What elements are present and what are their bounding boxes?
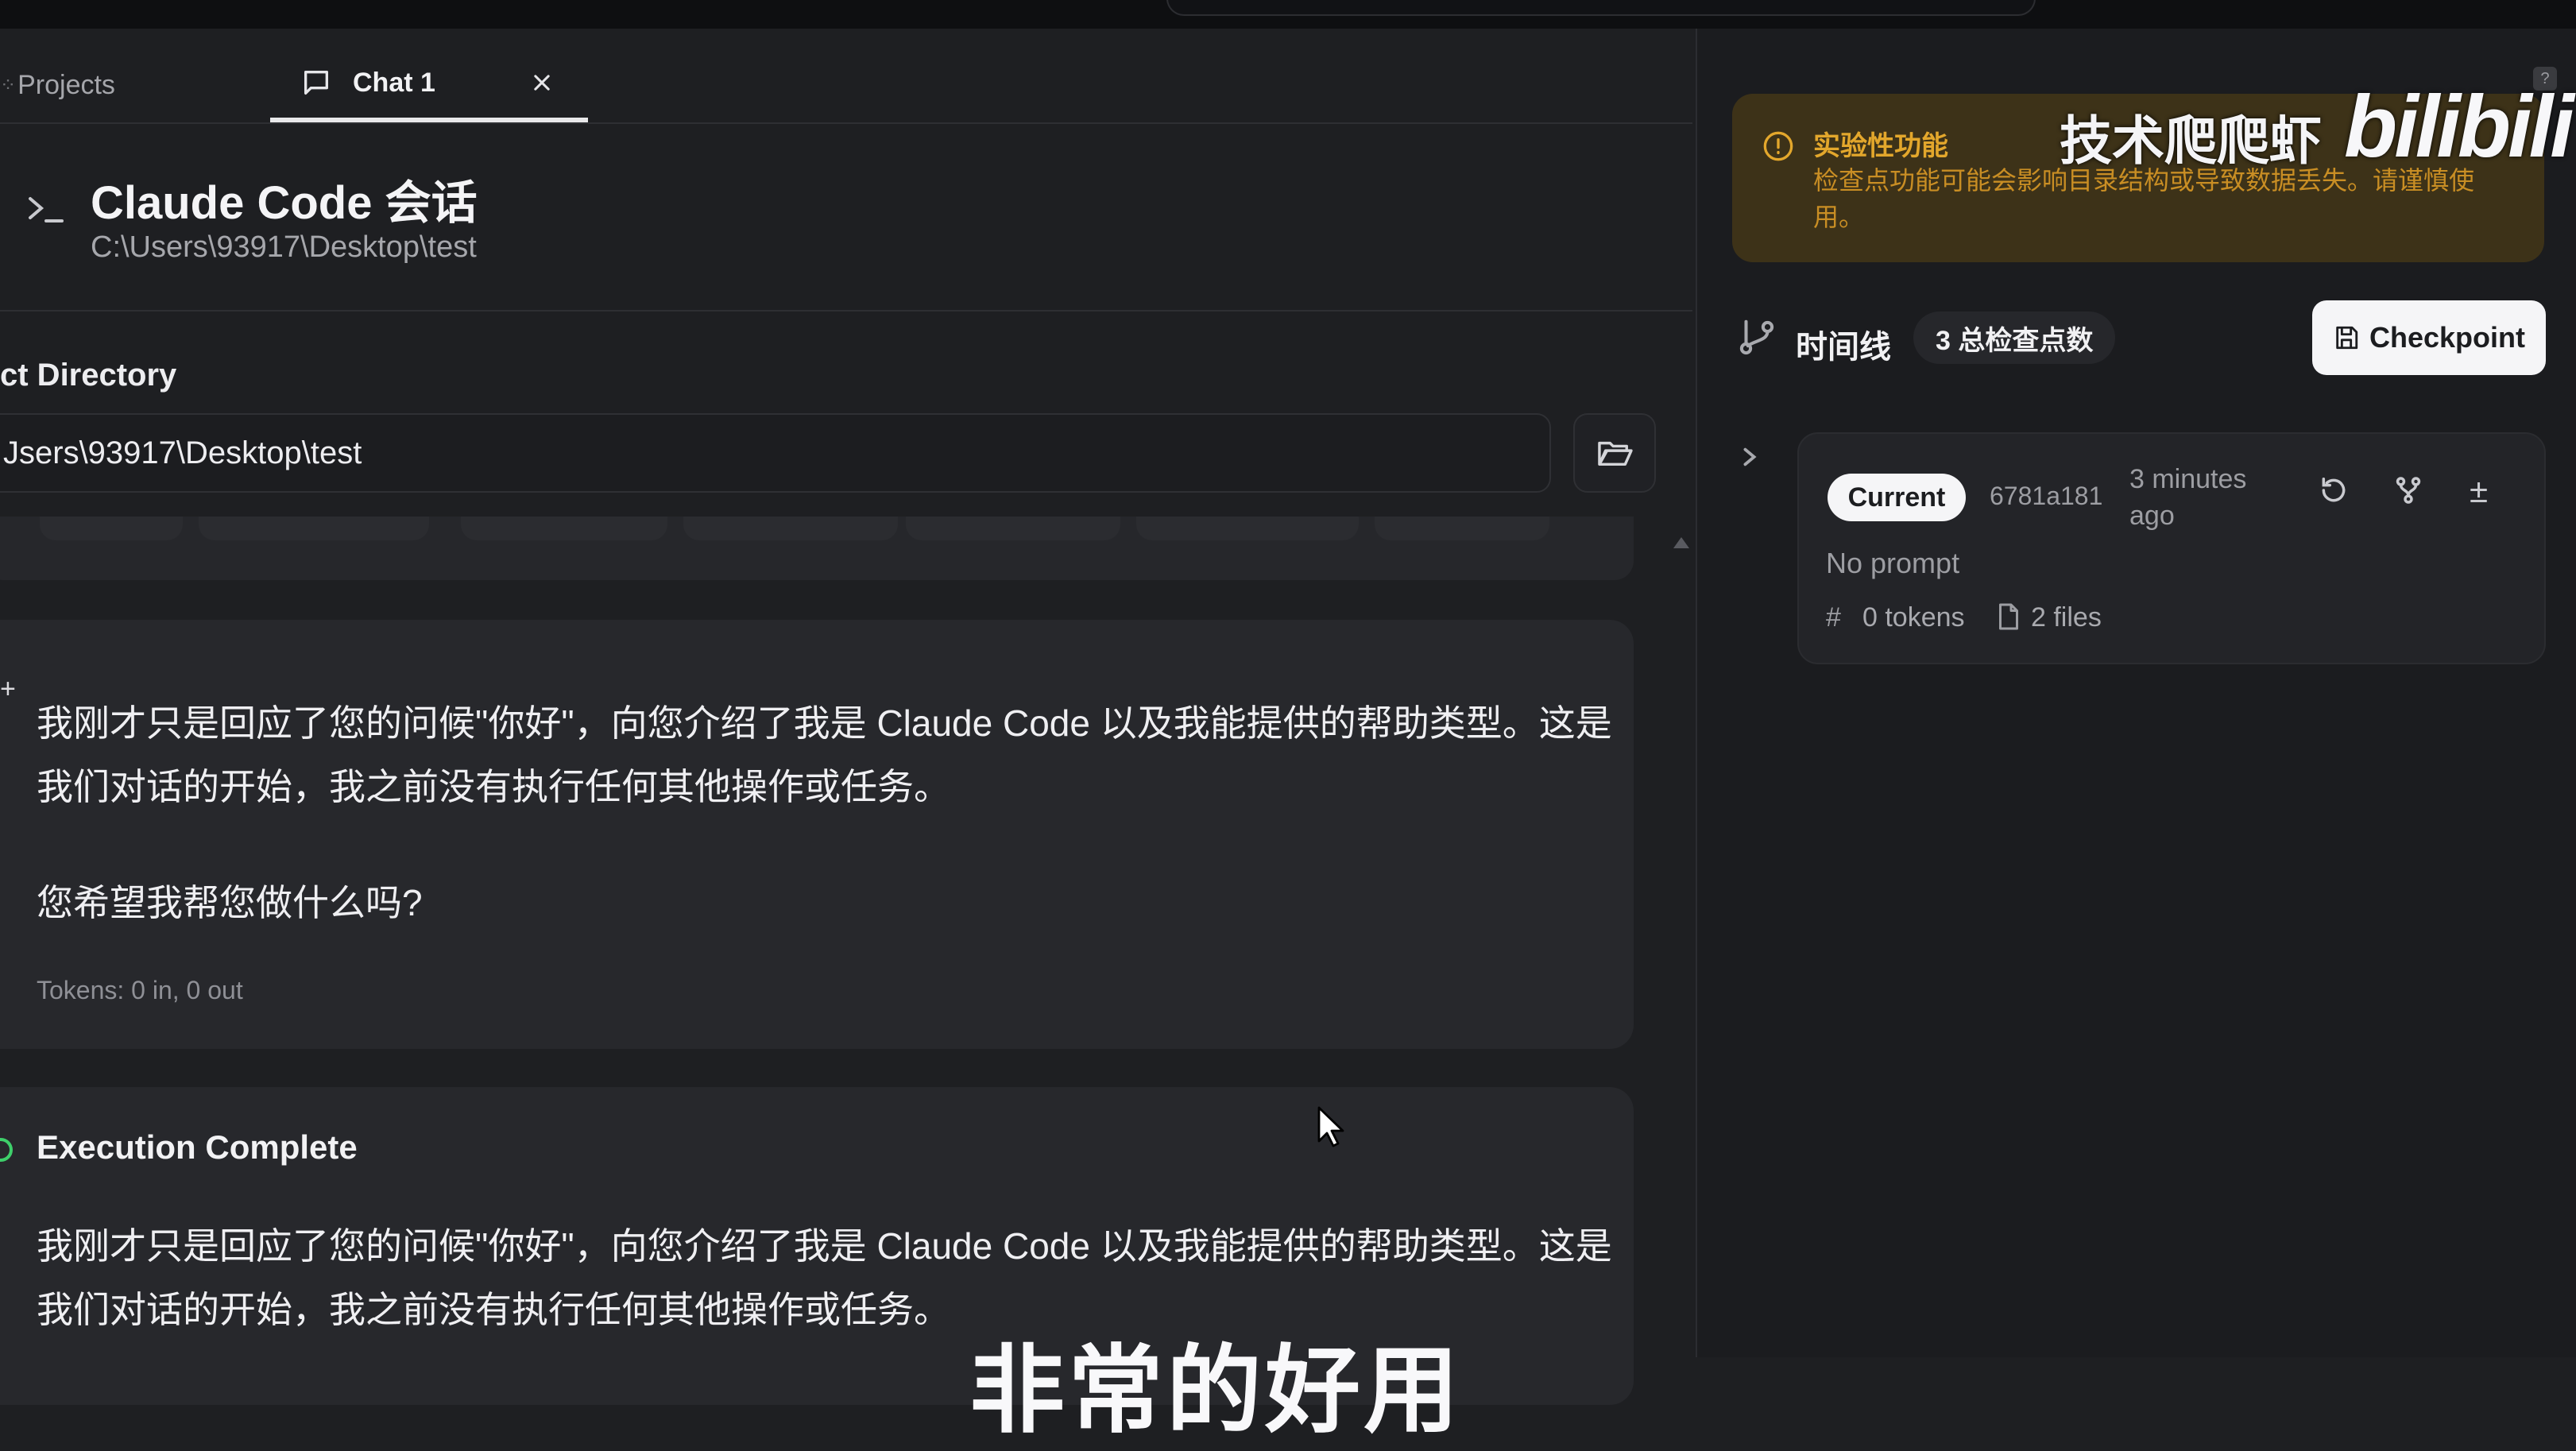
- quick-action-chip[interactable]: [683, 517, 898, 540]
- timeline-label: 时间线: [1796, 330, 1891, 365]
- quick-action-chip[interactable]: [1375, 517, 1549, 540]
- alert-circle-icon: [1762, 130, 1794, 162]
- tab-projects-label: Projects: [17, 69, 115, 100]
- file-icon: [1996, 602, 2021, 631]
- create-checkpoint-button[interactable]: Checkpoint: [2312, 300, 2546, 375]
- tab-chat-label: Chat 1: [353, 67, 435, 98]
- bilibili-logo: bilibili: [2344, 78, 2574, 176]
- projects-icon: ⁘: [0, 74, 17, 96]
- save-icon: [2333, 324, 2360, 351]
- project-directory-input[interactable]: Jsers\93917\Desktop\test: [0, 413, 1551, 493]
- channel-watermark: 技术爬爬虾: [2060, 111, 2322, 170]
- message-square-icon: [300, 67, 332, 99]
- quick-action-chip[interactable]: [40, 517, 183, 540]
- close-icon[interactable]: [531, 72, 553, 94]
- quick-action-chip[interactable]: [906, 517, 1120, 540]
- checkpoint-button-label: Checkpoint: [2369, 321, 2525, 354]
- quick-action-chip[interactable]: [461, 517, 667, 540]
- hash-icon: #: [1826, 602, 1841, 633]
- top-search-pill[interactable]: [1166, 0, 2036, 16]
- project-directory-value: Jsers\93917\Desktop\test: [3, 435, 362, 470]
- checkpoint-time: 3 minutes ago: [2129, 464, 2247, 531]
- message-marker: +: [0, 674, 16, 704]
- restore-icon[interactable]: [2319, 475, 2349, 505]
- message-token-count: Tokens: 0 in, 0 out: [37, 976, 243, 1004]
- quick-action-strip: [0, 517, 1634, 580]
- checkpoint-tokens: 0 tokens: [1862, 602, 1965, 633]
- folder-open-icon: [1596, 437, 1633, 469]
- tab-chat-1[interactable]: Chat 1: [270, 48, 588, 122]
- git-branch-icon: [1735, 316, 1778, 359]
- scroll-up-arrow[interactable]: [1673, 537, 1689, 548]
- session-title: Claude Code 会话: [91, 177, 478, 229]
- tab-bar: [0, 48, 1692, 124]
- terminal-icon: [25, 191, 67, 227]
- current-badge: Current: [1828, 474, 1966, 521]
- quick-action-chip[interactable]: [199, 517, 429, 540]
- quick-action-chip[interactable]: [1136, 517, 1359, 540]
- diff-icon[interactable]: ±: [2470, 472, 2488, 510]
- checkpoint-files: 2 files: [2031, 602, 2102, 633]
- tab-projects[interactable]: ⁘ Projects: [0, 48, 115, 122]
- checkpoint-prompt: No prompt: [1826, 547, 1960, 579]
- message-paragraph: 您希望我帮您做什么吗?: [37, 882, 423, 923]
- video-subtitle: 非常的好用: [969, 1337, 1462, 1444]
- checkpoint-count-badge: 3 总检查点数: [1913, 311, 2116, 364]
- mouse-cursor-icon: [1316, 1105, 1348, 1149]
- assistant-message-card: [0, 620, 1634, 1049]
- project-directory-label: ct Directory: [0, 358, 177, 393]
- fork-icon[interactable]: [2393, 475, 2423, 505]
- browse-folder-button[interactable]: [1573, 413, 1656, 493]
- execution-complete-title: Execution Complete: [37, 1128, 358, 1166]
- checkpoint-hash: 6781a181: [1990, 482, 2103, 510]
- session-path: C:\Users\93917\Desktop\test: [91, 230, 477, 264]
- warning-title: 实验性功能: [1813, 131, 1948, 161]
- chevron-right-icon[interactable]: [1740, 445, 1759, 469]
- message-paragraph: 我刚才只是回应了您的问候"你好"，向您介绍了我是 Claude Code 以及我…: [37, 702, 1612, 807]
